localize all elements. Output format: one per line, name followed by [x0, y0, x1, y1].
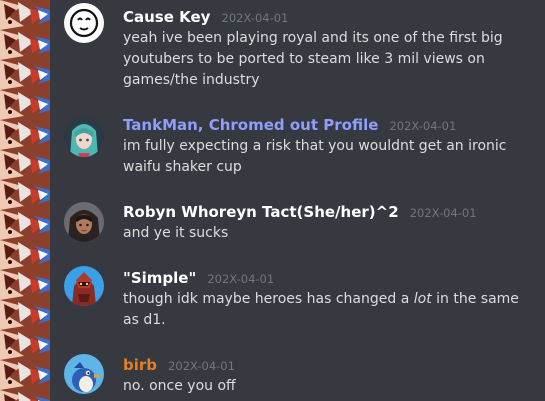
- message-text: no. once you off: [123, 378, 236, 394]
- left-decorative-strip: [0, 0, 50, 401]
- message-body: Cause Key 202X-04-01 yeah ive been playi…: [123, 6, 537, 91]
- teal-hair-anime-avatar[interactable]: [64, 117, 104, 157]
- red-armor-avatar[interactable]: [64, 266, 104, 306]
- message-list: Cause Key 202X-04-01 yeah ive been playi…: [50, 0, 545, 401]
- anime-pattern-strip: [0, 0, 50, 401]
- message-header: Cause Key 202X-04-01: [123, 6, 537, 28]
- red-armor-avatar-icon: [64, 266, 104, 306]
- message-body: Robyn Whoreyn Tact(She/her)^2 202X-04-01…: [123, 201, 537, 244]
- dark-hair-anime-avatar[interactable]: [64, 202, 104, 242]
- teal-hair-anime-avatar-icon: [64, 117, 104, 157]
- white-face-avatar[interactable]: [64, 3, 104, 43]
- timestamp: 202X-04-01: [389, 119, 457, 133]
- timestamp: 202X-04-01: [409, 206, 477, 220]
- username[interactable]: Robyn Whoreyn Tact(She/her)^2: [123, 203, 399, 221]
- timestamp: 202X-04-01: [221, 11, 289, 25]
- emphasized-text: lot: [413, 291, 432, 307]
- timestamp: 202X-04-01: [168, 359, 235, 373]
- message-body: birb 202X-04-01 no. once you off: [123, 354, 537, 397]
- chat-window: Cause Key 202X-04-01 yeah ive been playi…: [0, 0, 545, 401]
- white-face-avatar-icon: [64, 3, 104, 43]
- message-text-part: though idk maybe heroes has changed a: [123, 291, 414, 307]
- message-text: though idk maybe heroes has changed a lo…: [123, 289, 537, 331]
- username[interactable]: birb: [123, 356, 157, 374]
- username[interactable]: "Simple": [123, 269, 196, 287]
- message-text: and ye it sucks: [123, 225, 229, 241]
- message-body: "Simple" 202X-04-01 though idk maybe her…: [123, 267, 537, 331]
- username[interactable]: Cause Key: [123, 8, 210, 26]
- username[interactable]: TankMan, Chromed out Profile: [123, 116, 378, 134]
- blue-bird-avatar-icon: [64, 354, 104, 394]
- message-header: TankMan, Chromed out Profile 202X-04-01: [123, 114, 537, 136]
- dark-hair-anime-avatar-icon: [64, 202, 104, 242]
- message-text: yeah ive been playing royal and its one …: [123, 30, 503, 88]
- blue-bird-avatar[interactable]: [64, 354, 104, 394]
- message-body: TankMan, Chromed out Profile 202X-04-01 …: [123, 114, 537, 178]
- message-header: birb 202X-04-01: [123, 354, 537, 376]
- message-header: "Simple" 202X-04-01: [123, 267, 537, 289]
- message-text: im fully expecting a risk that you would…: [123, 138, 507, 175]
- message-header: Robyn Whoreyn Tact(She/her)^2 202X-04-01: [123, 201, 537, 223]
- timestamp: 202X-04-01: [207, 272, 275, 286]
